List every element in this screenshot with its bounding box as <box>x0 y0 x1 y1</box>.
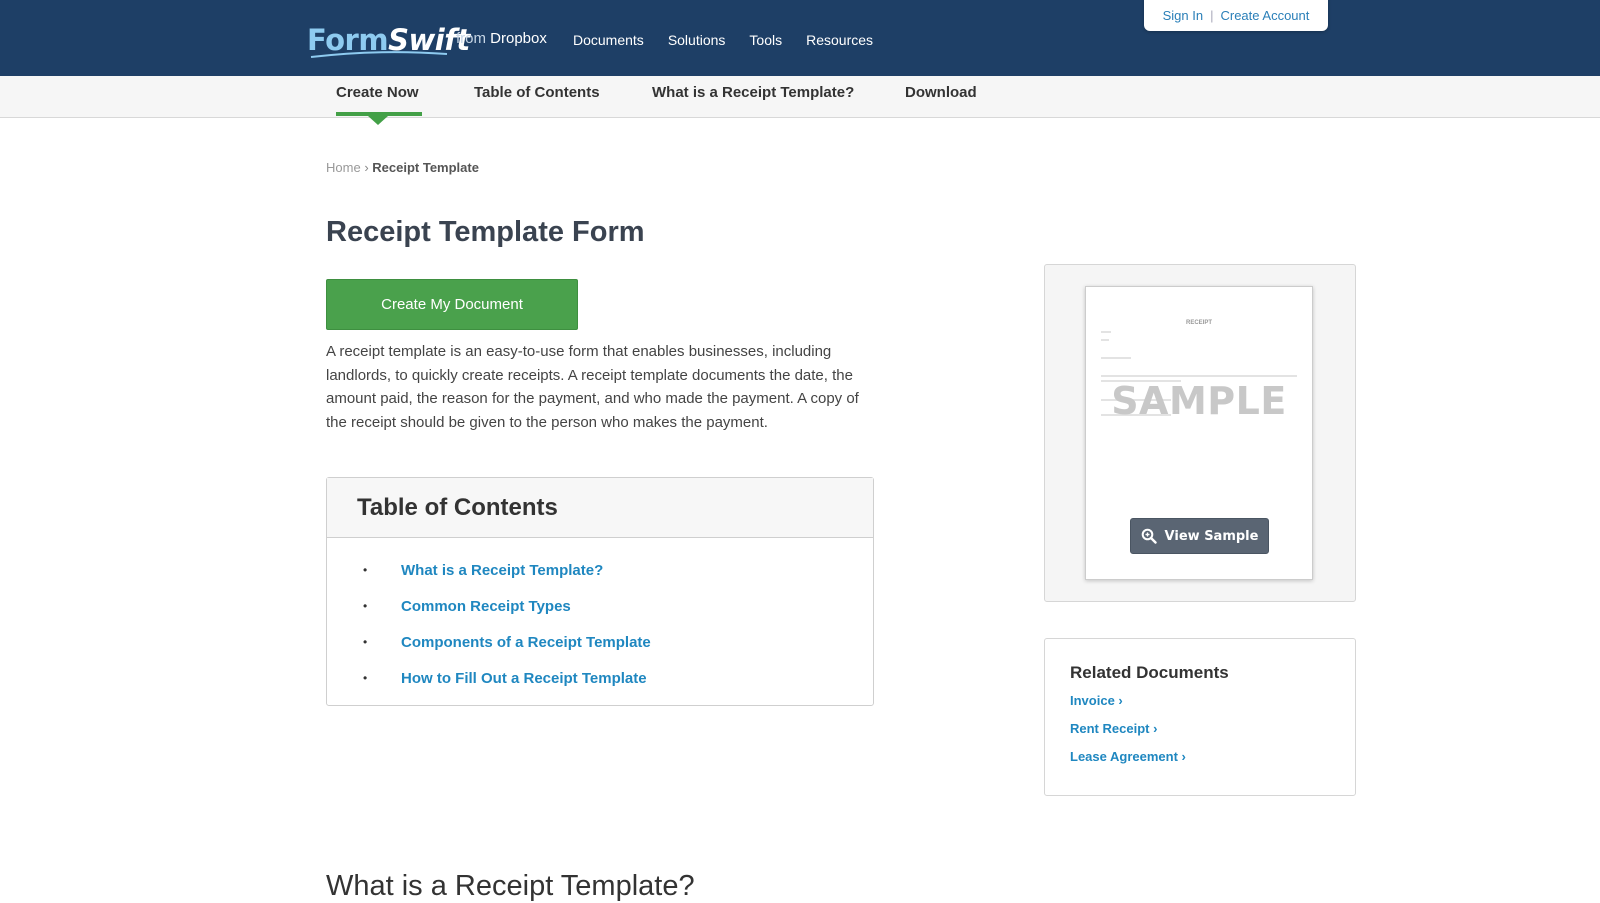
doc-line <box>1101 375 1297 377</box>
related-documents-box: Related Documents Invoice › Rent Receipt… <box>1044 638 1356 796</box>
subnav-table-of-contents[interactable]: Table of Contents <box>474 84 600 101</box>
intro-paragraph: A receipt template is an easy-to-use for… <box>326 343 859 431</box>
related-link-invoice[interactable]: Invoice › <box>1070 693 1355 721</box>
breadcrumb: Home › Receipt Template <box>326 160 479 175</box>
sample-document-thumbnail[interactable]: RECEIPT SAMPLE View Sample <box>1085 286 1313 580</box>
nav-resources[interactable]: Resources <box>806 32 873 48</box>
toc-heading: Table of Contents <box>357 493 558 521</box>
subnav-download[interactable]: Download <box>905 84 977 101</box>
view-sample-label: View Sample <box>1164 528 1259 544</box>
related-link-rent-receipt[interactable]: Rent Receipt › <box>1070 721 1355 749</box>
breadcrumb-home[interactable]: Home <box>326 160 361 175</box>
dropbox-brand: Dropbox <box>490 30 547 47</box>
subnav-what-is[interactable]: What is a Receipt Template? <box>652 84 854 101</box>
toc-link-how-to-fill[interactable]: How to Fill Out a Receipt Template <box>401 670 647 687</box>
view-sample-button[interactable]: View Sample <box>1130 518 1269 554</box>
sign-in-link[interactable]: Sign In <box>1163 8 1203 23</box>
toc-header: Table of Contents <box>327 478 873 538</box>
from-text: from <box>456 30 486 47</box>
account-links: Sign In | Create Account <box>1144 0 1328 31</box>
formswift-logo[interactable]: Form Swift <box>307 17 470 58</box>
bullet: • <box>363 671 368 685</box>
list-item: • Common Receipt Types <box>363 588 873 624</box>
related-link-lease-agreement[interactable]: Lease Agreement › <box>1070 749 1355 777</box>
active-tab-arrow <box>368 116 388 125</box>
subnav-create-now[interactable]: Create Now <box>336 84 419 101</box>
doc-line <box>1101 339 1109 341</box>
page-subnav: Create Now Table of Contents What is a R… <box>0 76 1600 125</box>
doc-line <box>1101 357 1131 359</box>
list-item: • What is a Receipt Template? <box>363 552 873 588</box>
sample-doc-title: RECEIPT <box>1185 320 1212 326</box>
top-header: Form Swift from Dropbox Documents Solutio… <box>0 0 1600 76</box>
nav-tools[interactable]: Tools <box>749 32 782 48</box>
account-separator: | <box>1210 8 1214 23</box>
bullet: • <box>363 599 368 613</box>
create-account-link[interactable]: Create Account <box>1220 8 1309 23</box>
nav-solutions[interactable]: Solutions <box>668 32 726 48</box>
nav-documents[interactable]: Documents <box>573 32 644 48</box>
table-of-contents-box: Table of Contents • What is a Receipt Te… <box>326 477 874 706</box>
bullet: • <box>363 563 368 577</box>
related-heading: Related Documents <box>1070 663 1229 682</box>
toc-list: • What is a Receipt Template? • Common R… <box>327 538 873 696</box>
page-title: Receipt Template Form <box>326 216 645 248</box>
doc-line <box>1101 331 1111 333</box>
bullet: • <box>363 635 368 649</box>
from-dropbox: from Dropbox <box>456 30 547 47</box>
breadcrumb-separator: › <box>364 160 369 175</box>
list-item: • Components of a Receipt Template <box>363 624 873 660</box>
magnifier-icon <box>1141 528 1157 544</box>
sample-watermark: SAMPLE <box>1111 379 1287 423</box>
sample-preview-box: RECEIPT SAMPLE View Sample <box>1044 264 1356 602</box>
toc-link-components[interactable]: Components of a Receipt Template <box>401 634 651 651</box>
toc-link-common-types[interactable]: Common Receipt Types <box>401 598 571 615</box>
section-heading-what-is: What is a Receipt Template? <box>326 870 695 902</box>
logo-swoosh-icon <box>310 51 448 58</box>
list-item: • How to Fill Out a Receipt Template <box>363 660 873 696</box>
main-nav: Documents Solutions Tools Resources <box>573 32 897 48</box>
breadcrumb-current: Receipt Template <box>372 160 479 175</box>
create-my-document-button[interactable]: Create My Document <box>326 279 578 330</box>
toc-link-what-is[interactable]: What is a Receipt Template? <box>401 562 603 579</box>
